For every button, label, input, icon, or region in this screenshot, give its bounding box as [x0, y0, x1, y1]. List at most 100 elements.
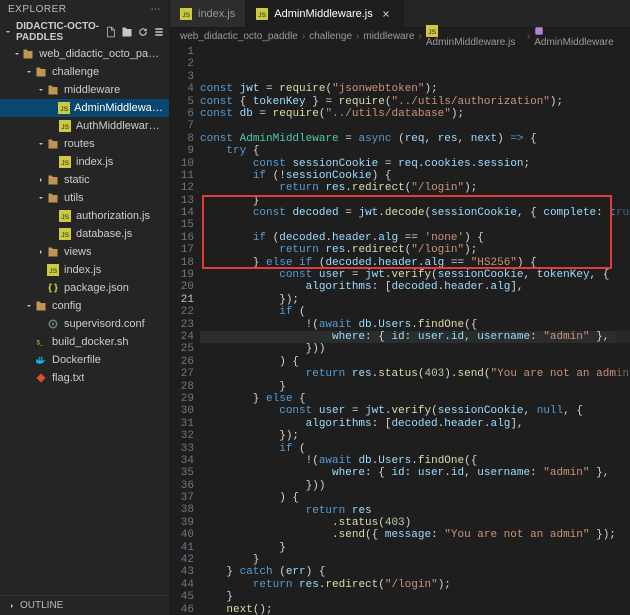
- folder-item[interactable]: config: [0, 297, 169, 315]
- code-line[interactable]: const decoded = jwt.decode(sessionCookie…: [200, 207, 630, 219]
- code-line[interactable]: [200, 120, 630, 132]
- breadcrumb-item[interactable]: challenge: [309, 31, 352, 42]
- code-line[interactable]: return res.status(403).send("You are not…: [200, 368, 630, 380]
- code-line[interactable]: const user = jwt.verify(sessionCookie, t…: [200, 269, 630, 281]
- project-root-label: DIDACTIC-OCTO-PADDLES: [16, 21, 101, 43]
- code-line[interactable]: }: [200, 381, 630, 393]
- new-folder-icon[interactable]: [121, 26, 133, 38]
- code-line[interactable]: } catch (err) {: [200, 566, 630, 578]
- more-icon[interactable]: ⋯: [151, 4, 162, 15]
- code-line[interactable]: return res.redirect("/login");: [200, 182, 630, 194]
- editor-tab[interactable]: JSAdminMiddleware.js: [246, 0, 403, 27]
- file-tree: web_didactic_octo_paddlechallengemiddlew…: [0, 45, 169, 595]
- file-item[interactable]: Dockerfile: [0, 351, 169, 369]
- code-editor[interactable]: 1234567891011121314151617181920212223242…: [170, 46, 630, 615]
- file-item[interactable]: JSindex.js: [0, 261, 169, 279]
- code-line[interactable]: return res.redirect("/login");: [200, 579, 630, 591]
- code-line[interactable]: return res: [200, 505, 630, 517]
- code-line[interactable]: }: [200, 591, 630, 603]
- js-icon: JS: [58, 155, 72, 169]
- folder-item[interactable]: views: [0, 243, 169, 261]
- file-item[interactable]: JSAdminMiddleware.js: [0, 99, 169, 117]
- code-line[interactable]: .send({ message: "You are not an admin" …: [200, 529, 630, 541]
- code-line[interactable]: })): [200, 480, 630, 492]
- tree-item-label: authorization.js: [76, 210, 150, 222]
- file-item[interactable]: package.json: [0, 279, 169, 297]
- breadcrumb-item[interactable]: JSAdminMiddleware.js: [426, 25, 523, 48]
- code-line[interactable]: where: { id: user.id, username: "admin" …: [200, 467, 630, 479]
- code-line[interactable]: const jwt = require("jsonwebtoken");: [200, 83, 630, 95]
- line-number: 18: [170, 257, 194, 269]
- sidebar-title-row: EXPLORER ⋯: [0, 0, 169, 19]
- code-line[interactable]: try {: [200, 145, 630, 157]
- code-line[interactable]: !(await db.Users.findOne({: [200, 319, 630, 331]
- chevron-right-icon: [8, 602, 16, 610]
- minimap[interactable]: [616, 46, 630, 615]
- code-line[interactable]: if (: [200, 443, 630, 455]
- breadcrumbs[interactable]: web_didactic_octo_paddle›challenge›middl…: [170, 28, 630, 46]
- code-line[interactable]: const sessionCookie = req.cookies.sessio…: [200, 158, 630, 170]
- outline-section[interactable]: OUTLINE: [0, 595, 169, 615]
- code-line[interactable]: ) {: [200, 492, 630, 504]
- breadcrumb-item[interactable]: web_didactic_octo_paddle: [180, 31, 298, 42]
- collapse-icon[interactable]: [153, 26, 165, 38]
- code-line[interactable]: });: [200, 430, 630, 442]
- code-line[interactable]: [200, 220, 630, 232]
- code-line[interactable]: const db = require("../utils/database");: [200, 108, 630, 120]
- code-line[interactable]: return res.redirect("/login");: [200, 244, 630, 256]
- svg-text:JS: JS: [61, 232, 69, 239]
- js-icon: JS: [426, 25, 438, 37]
- code-line[interactable]: if (!sessionCookie) {: [200, 170, 630, 182]
- breadcrumb-label: web_didactic_octo_paddle: [180, 31, 298, 42]
- code-line[interactable]: where: { id: user.id, username: "admin" …: [200, 331, 630, 343]
- folder-item[interactable]: web_didactic_octo_paddle: [0, 45, 169, 63]
- code-line[interactable]: } else if (decoded.header.alg == "HS256"…: [200, 257, 630, 269]
- new-file-icon[interactable]: [105, 26, 117, 38]
- code-line[interactable]: next();: [200, 604, 630, 615]
- line-number: 34: [170, 455, 194, 467]
- code-line[interactable]: }: [200, 554, 630, 566]
- file-item[interactable]: JSindex.js: [0, 153, 169, 171]
- code-line[interactable]: } else {: [200, 393, 630, 405]
- close-icon[interactable]: [379, 7, 393, 21]
- file-item[interactable]: JSAuthMiddleware.js: [0, 117, 169, 135]
- function-icon: [534, 26, 544, 36]
- file-item[interactable]: $_build_docker.sh: [0, 333, 169, 351]
- tree-item-label: supervisord.conf: [64, 318, 145, 330]
- code-line[interactable]: }: [200, 542, 630, 554]
- refresh-icon[interactable]: [137, 26, 149, 38]
- editor-tab[interactable]: JSindex.js: [170, 0, 246, 27]
- folder-item[interactable]: utils: [0, 189, 169, 207]
- code-line[interactable]: algorithms: [decoded.header.alg],: [200, 418, 630, 430]
- code-line[interactable]: if (: [200, 306, 630, 318]
- code-line[interactable]: });: [200, 294, 630, 306]
- folder-item[interactable]: challenge: [0, 63, 169, 81]
- code-line[interactable]: const AdminMiddleware = async (req, res,…: [200, 133, 630, 145]
- js-icon: JS: [57, 101, 70, 115]
- editor-area: JSindex.jsJSAdminMiddleware.js web_didac…: [170, 0, 630, 615]
- breadcrumb-item[interactable]: AdminMiddleware: [534, 26, 620, 48]
- file-item[interactable]: JSauthorization.js: [0, 207, 169, 225]
- folder-item[interactable]: static: [0, 171, 169, 189]
- code-line[interactable]: const user = jwt.verify(sessionCookie, n…: [200, 405, 630, 417]
- code-line[interactable]: ) {: [200, 356, 630, 368]
- code-line[interactable]: !(await db.Users.findOne({: [200, 455, 630, 467]
- chevron-right-icon: [36, 248, 46, 256]
- line-number: 12: [170, 182, 194, 194]
- code-line[interactable]: }: [200, 195, 630, 207]
- code-line[interactable]: algorithms: [decoded.header.alg],: [200, 281, 630, 293]
- code-line[interactable]: const { tokenKey } = require("../utils/a…: [200, 96, 630, 108]
- file-item[interactable]: flag.txt: [0, 369, 169, 387]
- breadcrumb-item[interactable]: middleware: [363, 31, 414, 42]
- folder-item[interactable]: middleware: [0, 81, 169, 99]
- code-line[interactable]: .status(403): [200, 517, 630, 529]
- code-line[interactable]: if (decoded.header.alg == 'none') {: [200, 232, 630, 244]
- file-item[interactable]: JSdatabase.js: [0, 225, 169, 243]
- folder-item[interactable]: routes: [0, 135, 169, 153]
- line-number: 35: [170, 467, 194, 479]
- line-number: 40: [170, 529, 194, 541]
- file-item[interactable]: supervisord.conf: [0, 315, 169, 333]
- code-line[interactable]: })): [200, 343, 630, 355]
- project-root-header[interactable]: DIDACTIC-OCTO-PADDLES: [0, 19, 169, 45]
- code-content[interactable]: const jwt = require("jsonwebtoken");cons…: [200, 46, 630, 615]
